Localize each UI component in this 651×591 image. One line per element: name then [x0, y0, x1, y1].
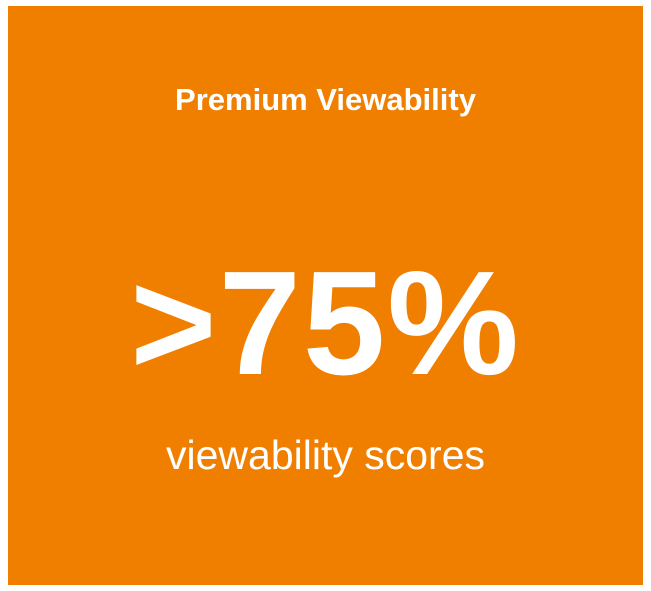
stat-value: >75% [130, 241, 521, 406]
card-heading: Premium Viewability [175, 82, 476, 117]
viewability-card: Premium Viewability >75% viewability sco… [8, 6, 643, 585]
stat-caption: viewability scores [166, 432, 485, 478]
